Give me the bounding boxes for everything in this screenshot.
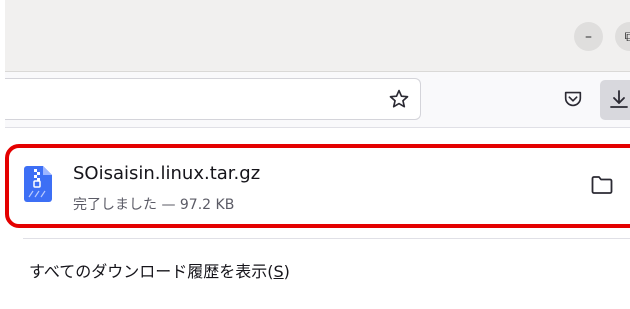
star-icon[interactable]: [388, 88, 410, 110]
url-bar[interactable]: [5, 78, 421, 120]
downloads-button[interactable]: [600, 80, 630, 120]
nav-toolbar: [5, 72, 630, 128]
show-all-suffix: ): [283, 262, 290, 281]
title-bar: – ⧉: [5, 0, 630, 72]
minimize-icon: –: [585, 28, 592, 45]
browser-window: – ⧉ SOisaisin.linux.tar.gz 完了しました — 97.2…: [0, 0, 630, 309]
folder-icon[interactable]: [591, 175, 613, 195]
panel-divider: [23, 238, 630, 239]
download-item[interactable]: SOisaisin.linux.tar.gz 完了しました — 97.2 KB: [5, 144, 630, 228]
restore-button[interactable]: ⧉: [615, 22, 630, 51]
download-file-name: SOisaisin.linux.tar.gz: [73, 163, 261, 184]
downloads-panel: SOisaisin.linux.tar.gz 完了しました — 97.2 KB …: [5, 128, 630, 309]
download-arrow-icon: [610, 90, 628, 108]
download-status: 完了しました — 97.2 KB: [73, 197, 235, 213]
show-all-accesskey: S: [273, 262, 284, 281]
show-all-downloads-button[interactable]: すべてのダウンロード履歴を表示(S): [29, 258, 290, 282]
pocket-icon[interactable]: [562, 88, 584, 110]
archive-file-icon: [24, 166, 52, 202]
minimize-button[interactable]: –: [574, 22, 603, 51]
restore-icon: ⧉: [624, 28, 630, 45]
show-all-label: すべてのダウンロード履歴を表示(: [29, 262, 274, 281]
